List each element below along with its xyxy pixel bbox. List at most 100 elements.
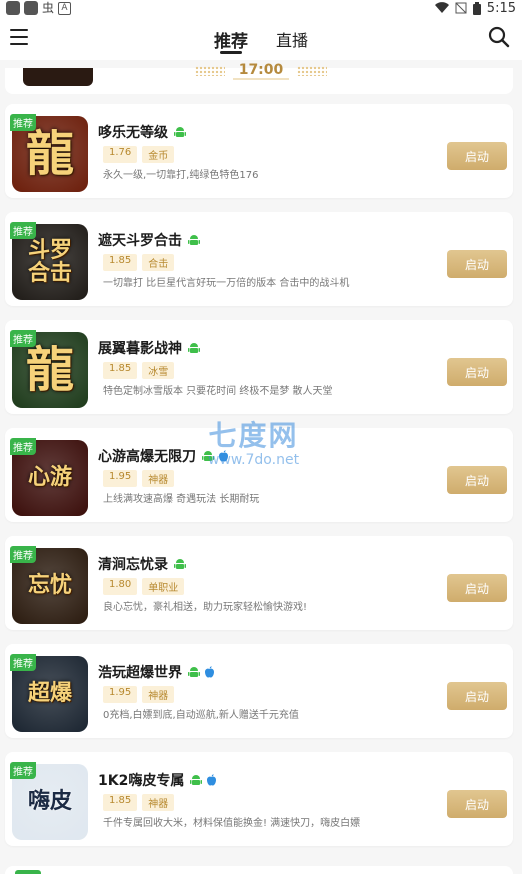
time-slot-label: 17:00 <box>232 62 290 80</box>
android-icon <box>188 235 200 245</box>
game-card[interactable]: 推荐 心游 心游高爆无限刀 1.95 神器上线满攻速高爆 奇遇玩法 长期耐玩 启动 <box>5 428 513 522</box>
no-signal-icon <box>455 2 467 14</box>
game-card[interactable]: 推荐嗨皮 1K2嗨皮专属 1.85 神器千件专属回收大米，材料保值能换金! 满速快刀，… <box>5 752 513 846</box>
game-title-row: 哆乐无等级 <box>98 122 186 142</box>
game-tags: 1.85 冰雪 <box>103 362 175 379</box>
game-description: 良心忘忧，豪礼相送，助力玩家轻松愉快游戏! <box>103 602 308 613</box>
launch-button[interactable]: 启动 <box>447 250 507 278</box>
game-description: 千件专属回收大米，材料保值能换金! 满速快刀，嗨皮白嫖 <box>103 818 361 829</box>
android-icon <box>174 127 186 137</box>
game-title[interactable]: 浩玩超爆世界 <box>98 662 182 682</box>
category-tag: 冰雪 <box>142 362 175 379</box>
launch-button[interactable]: 启动 <box>447 142 507 170</box>
recommend-badge: 推荐 <box>10 546 36 563</box>
version-tag: 1.76 <box>103 146 138 163</box>
game-title[interactable]: 1K2嗨皮专属 <box>98 770 184 790</box>
wifi-icon <box>434 2 449 14</box>
game-icon-art: 超爆 <box>27 680 72 707</box>
game-icon-container[interactable]: 推荐 心游 <box>10 438 88 516</box>
status-bar: 虫 A 5:15 <box>0 0 522 16</box>
tab-live[interactable]: 直播 <box>276 16 308 60</box>
game-description: 上线满攻速高爆 奇遇玩法 长期耐玩 <box>103 494 260 505</box>
game-icon-art: 龍 <box>25 341 74 398</box>
android-icon <box>188 343 200 353</box>
recommend-badge: 推荐 <box>10 654 36 671</box>
search-icon[interactable] <box>488 26 510 48</box>
app-square-icon <box>24 1 38 15</box>
tab-bar: 推荐 直播 <box>0 16 522 60</box>
letter-a-icon: A <box>58 1 72 15</box>
app-square-icon <box>6 1 20 15</box>
game-title[interactable]: 遮天斗罗合击 <box>98 230 182 250</box>
recommend-badge: 推荐 <box>10 330 36 347</box>
game-tags: 1.85 合击 <box>103 254 175 271</box>
game-icon-container[interactable]: 推荐 斗罗合击 <box>10 222 88 300</box>
game-tags: 1.85 神器 <box>103 794 175 811</box>
recommend-badge: 推荐 <box>10 762 36 779</box>
game-title[interactable]: 清涧忘忧录 <box>98 554 168 574</box>
apple-icon <box>219 450 228 462</box>
platform-icons <box>174 126 186 138</box>
partial-badge <box>15 870 41 874</box>
game-title[interactable]: 心游高爆无限刀 <box>98 446 196 466</box>
tab-recommended[interactable]: 推荐 <box>214 16 248 60</box>
game-tags: 1.80 单职业 <box>103 578 185 595</box>
game-title[interactable]: 展翼暮影战神 <box>98 338 182 358</box>
game-title-row: 展翼暮影战神 <box>98 338 200 358</box>
game-card[interactable]: 推荐龍展翼暮影战神 1.85 冰雪 特色定制冰雪版本 只要花时间 终极不是梦 散人天堂… <box>5 320 513 414</box>
game-icon-container[interactable]: 推荐超爆 <box>10 654 88 732</box>
game-tags: 1.95 神器 <box>103 686 175 703</box>
game-icon-art: 嗨皮 <box>27 788 72 815</box>
android-icon <box>174 559 186 569</box>
game-icon-container[interactable]: 推荐嗨皮 <box>10 762 88 840</box>
platform-icons <box>174 558 186 570</box>
battery-icon <box>472 1 481 15</box>
launch-button[interactable]: 启动 <box>447 466 507 494</box>
category-tag: 单职业 <box>142 578 185 595</box>
version-tag: 1.85 <box>103 794 138 811</box>
version-tag: 1.85 <box>103 254 138 271</box>
platform-icons <box>202 450 229 462</box>
version-tag: 1.80 <box>103 578 138 595</box>
game-description: 0充档,白嫖到底,自动巡航,新人赠送千元充值 <box>103 710 299 721</box>
game-title[interactable]: 哆乐无等级 <box>98 122 168 142</box>
launch-button[interactable]: 启动 <box>447 574 507 602</box>
game-card[interactable]: 推荐 超爆 浩玩超爆世界 1.95 神器 0充档,白嫖到底,自动巡航,新人赠送千元充值 启动 <box>5 644 513 738</box>
game-icon-container[interactable]: 推荐龍 <box>10 330 88 408</box>
game-card[interactable]: 推荐龍哆乐无等级 1.76 金币 永久一级,一切靠打,纯绿色特色176 启动 <box>5 104 513 198</box>
game-icon-art: 斗罗合击 <box>27 236 72 286</box>
game-card[interactable]: 推荐 斗罗合击 遮天斗罗合击 1.85 合击 一切靠打 比巨星代言好玩一万倍的版本 合击中… <box>5 212 513 306</box>
version-tag: 1.95 <box>103 686 138 703</box>
game-icon-art: 心游 <box>27 464 72 491</box>
status-icons-left: 虫 A <box>6 1 72 15</box>
decor-dots <box>194 66 225 76</box>
android-icon <box>202 451 214 461</box>
launch-button[interactable]: 启动 <box>447 790 507 818</box>
status-icons-right: 5:15 <box>434 0 516 16</box>
game-description: 永久一级,一切靠打,纯绿色特色176 <box>103 170 259 181</box>
category-tag: 合击 <box>142 254 175 271</box>
game-description: 特色定制冰雪版本 只要花时间 终极不是梦 散人天堂 <box>103 386 333 397</box>
game-tags: 1.95 神器 <box>103 470 175 487</box>
game-title-row: 1K2嗨皮专属 <box>98 770 217 790</box>
category-tag: 神器 <box>142 794 175 811</box>
recommend-badge: 推荐 <box>10 222 36 239</box>
top-nav: 推荐 直播 <box>0 16 522 60</box>
clock: 5:15 <box>486 0 516 16</box>
platform-icons <box>188 666 215 678</box>
recommend-badge: 推荐 <box>10 114 36 131</box>
category-tag: 金币 <box>142 146 175 163</box>
bug-icon: 虫 <box>42 1 55 15</box>
launch-button[interactable]: 启动 <box>447 682 507 710</box>
game-tags: 1.76 金币 <box>103 146 175 163</box>
game-card[interactable]: 推荐 忘忧 清涧忘忧录 1.80 单职业良心忘忧，豪礼相送，助力玩家轻松愉快游戏! 启动 <box>5 536 513 630</box>
game-icon-container[interactable]: 推荐 忘忧 <box>10 546 88 624</box>
launch-button[interactable]: 启动 <box>447 358 507 386</box>
game-description: 一切靠打 比巨星代言好玩一万倍的版本 合击中的战斗机 <box>103 278 350 289</box>
game-icon-container[interactable]: 推荐龍 <box>10 114 88 192</box>
hamburger-menu-icon[interactable] <box>10 29 28 45</box>
apple-icon <box>205 666 214 678</box>
version-tag: 1.95 <box>103 470 138 487</box>
android-icon <box>188 667 200 677</box>
game-icon-art: 龍 <box>25 125 74 182</box>
